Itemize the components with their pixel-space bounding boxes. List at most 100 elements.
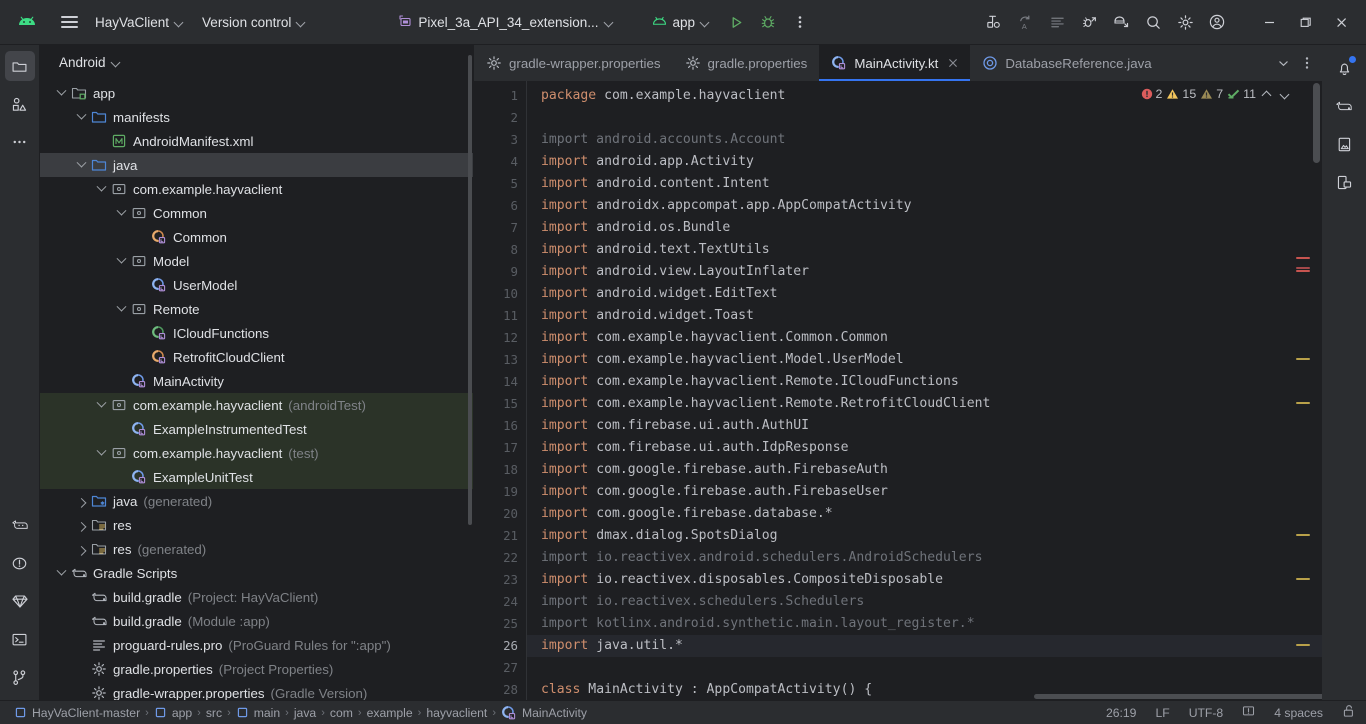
code-line[interactable] — [527, 107, 1322, 129]
tree-node-res[interactable]: res (generated) — [40, 537, 473, 561]
chevron-down-icon[interactable] — [74, 153, 89, 177]
tree-node-mainactivity[interactable]: MainActivity — [40, 369, 473, 393]
code-with-me-icon[interactable]: A — [1010, 7, 1040, 37]
error-badge[interactable]: 2 — [1141, 87, 1162, 101]
more-tool-windows-icon[interactable] — [5, 127, 35, 157]
breadcrumb-item-example[interactable]: example — [363, 705, 417, 721]
version-control-icon[interactable] — [5, 662, 35, 692]
tree-node-androidmanifest-xml[interactable]: AndroidManifest.xml — [40, 129, 473, 153]
file-encoding[interactable]: UTF-8 — [1186, 705, 1227, 721]
warning-stripe-marker[interactable] — [1296, 644, 1310, 646]
code-line[interactable]: import android.os.Bundle — [527, 217, 1322, 239]
code-content[interactable]: package com.example.hayvaclient import an… — [526, 81, 1322, 700]
tree-node-model[interactable]: Model — [40, 249, 473, 273]
settings-gear-icon[interactable] — [1170, 7, 1200, 37]
warning-stripe-marker[interactable] — [1296, 402, 1310, 404]
warning-stripe-marker[interactable] — [1296, 578, 1310, 580]
app-inspection-icon[interactable] — [1074, 7, 1104, 37]
code-line[interactable]: import android.content.Intent — [527, 173, 1322, 195]
tab-close-icon[interactable] — [948, 55, 958, 71]
tree-node-common[interactable]: Common — [40, 225, 473, 249]
run-configuration-selector[interactable]: app — [643, 11, 720, 34]
tree-node-gradle-wrapper-properties[interactable]: gradle-wrapper.properties (Gradle Version… — [40, 681, 473, 700]
code-line[interactable]: import android.widget.Toast — [527, 305, 1322, 327]
tree-node-common[interactable]: Common — [40, 201, 473, 225]
tree-node-com-example-hayvaclient[interactable]: com.example.hayvaclient — [40, 177, 473, 201]
breadcrumb-item-main[interactable]: main — [232, 705, 284, 721]
profiler-icon[interactable] — [1042, 7, 1072, 37]
code-line[interactable]: import android.app.Activity — [527, 151, 1322, 173]
emulator-icon[interactable] — [1329, 167, 1359, 197]
chevron-down-icon[interactable] — [114, 201, 129, 225]
code-line[interactable]: import com.example.hayvaclient.Remote.IC… — [527, 371, 1322, 393]
maximize-icon[interactable] — [1288, 7, 1322, 37]
unlocked-padlock-icon[interactable] — [1339, 703, 1358, 722]
run-play-icon[interactable] — [721, 7, 751, 37]
code-line[interactable]: import com.example.hayvaclient.Remote.Re… — [527, 393, 1322, 415]
chevron-right-icon[interactable] — [74, 489, 89, 513]
tree-node-exampleinstrumentedtest[interactable]: ExampleInstrumentedTest — [40, 417, 473, 441]
chevron-down-icon[interactable] — [74, 105, 89, 129]
code-line[interactable]: import java.util.* — [527, 635, 1322, 657]
typo-badge[interactable]: 11 — [1227, 87, 1256, 101]
close-icon[interactable] — [1324, 7, 1358, 37]
chevron-down-icon[interactable] — [94, 177, 109, 201]
tree-node-gradle-properties[interactable]: gradle.properties (Project Properties) — [40, 657, 473, 681]
code-line[interactable]: import io.reactivex.disposables.Composit… — [527, 569, 1322, 591]
chevron-down-icon[interactable] — [114, 249, 129, 273]
device-file-explorer-icon[interactable] — [1329, 129, 1359, 159]
error-stripe-markers[interactable] — [1296, 81, 1310, 700]
error-stripe-marker[interactable] — [1296, 257, 1310, 259]
tree-node-com-example-hayvaclient[interactable]: com.example.hayvaclient (androidTest) — [40, 393, 473, 417]
version-control-menu[interactable]: Version control — [193, 11, 315, 34]
error-stripe-marker[interactable] — [1296, 267, 1310, 269]
tree-node-exampleunittest[interactable]: ExampleUnitTest — [40, 465, 473, 489]
code-line[interactable]: import com.firebase.ui.auth.AuthUI — [527, 415, 1322, 437]
code-line[interactable]: import io.reactivex.schedulers.Scheduler… — [527, 591, 1322, 613]
code-editor[interactable]: 1 2 3 4 5 6 7 8 9 10 11 12 13 14 15 16 17 18 19 20 21 22 23 24 2… — [474, 81, 1322, 700]
error-stripe-marker[interactable] — [1296, 270, 1310, 272]
gradle-elephant-icon[interactable] — [1329, 91, 1359, 121]
tree-node-proguard-rules-pro[interactable]: proguard-rules.pro (ProGuard Rules for ":… — [40, 633, 473, 657]
project-folder-icon[interactable] — [4, 51, 35, 81]
chevron-down-icon[interactable] — [114, 297, 129, 321]
editor-horizontal-scrollbar[interactable] — [1034, 694, 1322, 699]
tree-node-usermodel[interactable]: UserModel — [40, 273, 473, 297]
code-line[interactable]: import com.google.firebase.auth.Firebase… — [527, 481, 1322, 503]
chevron-down-icon[interactable] — [94, 441, 109, 465]
chevron-down-icon[interactable] — [94, 393, 109, 417]
code-line[interactable]: import android.text.TextUtils — [527, 239, 1322, 261]
tab-options-more-vertical-icon[interactable] — [1296, 51, 1318, 75]
debug-bug-icon[interactable] — [753, 7, 783, 37]
tree-node-res[interactable]: res — [40, 513, 473, 537]
warning-stripe-marker[interactable] — [1296, 534, 1310, 536]
device-selector[interactable]: Pixel_3a_API_34_extension... — [389, 10, 622, 35]
tree-node-manifests[interactable]: manifests — [40, 105, 473, 129]
event-log-icon[interactable] — [1239, 704, 1258, 722]
code-line[interactable]: import io.reactivex.android.schedulers.A… — [527, 547, 1322, 569]
code-line[interactable]: import com.firebase.ui.auth.IdpResponse — [527, 437, 1322, 459]
weak-warning-badge[interactable]: 7 — [1200, 87, 1223, 101]
chevron-up-icon[interactable] — [1262, 88, 1274, 100]
editor-tab-gradle-properties[interactable]: gradle.properties — [673, 45, 820, 81]
tree-node-build-gradle[interactable]: build.gradle (Module :app) — [40, 609, 473, 633]
tab-list-chevron-down-icon[interactable] — [1271, 51, 1295, 75]
tree-node-java[interactable]: java — [40, 153, 473, 177]
breadcrumb-item-hayvaclient[interactable]: hayvaclient — [422, 705, 491, 721]
breadcrumb-item-com[interactable]: com — [326, 705, 357, 721]
code-line[interactable] — [527, 657, 1322, 679]
tree-node-com-example-hayvaclient[interactable]: com.example.hayvaclient (test) — [40, 441, 473, 465]
hamburger-menu-icon[interactable] — [52, 7, 86, 37]
breadcrumb-item-java[interactable]: java — [290, 705, 320, 721]
tree-node-retrofitcloudclient[interactable]: RetrofitCloudClient — [40, 345, 473, 369]
make-project-icon[interactable] — [978, 7, 1008, 37]
gitlab-icon[interactable] — [5, 510, 35, 540]
tree-node-remote[interactable]: Remote — [40, 297, 473, 321]
problems-icon[interactable] — [5, 548, 35, 578]
account-avatar-icon[interactable] — [1202, 7, 1232, 37]
inspections-widget[interactable]: 2 15 7 11 — [1136, 85, 1296, 103]
breadcrumb-item-app[interactable]: app — [150, 705, 196, 721]
code-line[interactable]: import com.google.firebase.database.* — [527, 503, 1322, 525]
chevron-down-icon[interactable] — [54, 81, 69, 105]
tree-node-app[interactable]: app — [40, 81, 473, 105]
